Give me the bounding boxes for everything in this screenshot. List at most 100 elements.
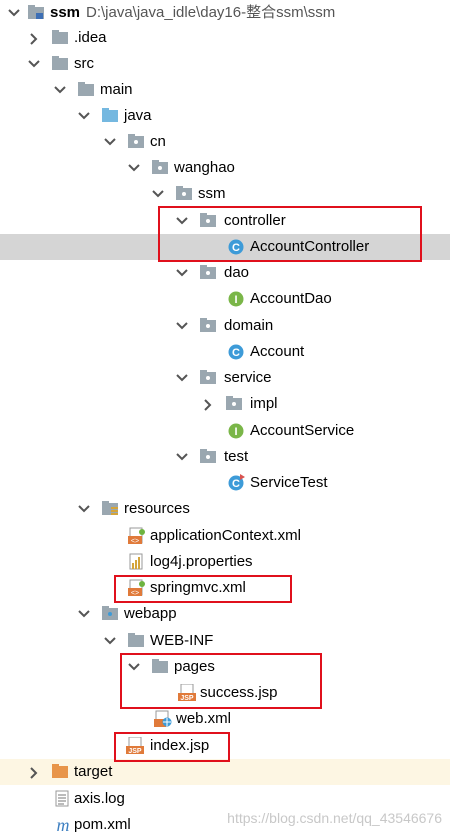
svg-text:<>: <>	[131, 538, 139, 545]
tree-label: src	[74, 55, 94, 72]
tree-label: webapp	[124, 605, 177, 622]
web-folder-icon	[102, 601, 120, 627]
tree-label: domain	[224, 317, 274, 334]
chevron-down-icon[interactable]	[152, 181, 164, 207]
folder-icon	[52, 25, 70, 51]
excluded-folder-icon	[52, 759, 70, 785]
tree-row-idea[interactable]: .idea	[0, 25, 450, 51]
project-path: D:\java\java_idle\day16-整合ssm\ssm	[86, 4, 336, 21]
tree-row-resources[interactable]: resources	[0, 496, 450, 522]
tree-row-domain[interactable]: domain	[0, 313, 450, 339]
tree-row-account[interactable]: C Account	[0, 339, 450, 365]
tree-label: target	[74, 763, 113, 780]
tree-label: dao	[224, 264, 250, 281]
web-xml-icon	[154, 706, 172, 732]
tree-row-cn[interactable]: cn	[0, 129, 450, 155]
tree-row-application-context[interactable]: <> applicationContext.xml	[0, 523, 450, 549]
chevron-down-icon[interactable]	[78, 496, 90, 522]
chevron-down-icon[interactable]	[78, 601, 90, 627]
project-name: ssm	[50, 4, 81, 21]
highlight-index-box	[114, 732, 230, 762]
properties-file-icon	[128, 549, 146, 575]
tree-label: impl	[250, 395, 278, 412]
tree-row-account-service[interactable]: I AccountService	[0, 418, 450, 444]
tree-label: web.xml	[176, 710, 232, 727]
tree-label: resources	[124, 500, 190, 517]
tree-label: test	[224, 448, 249, 465]
chevron-down-icon[interactable]	[28, 51, 40, 77]
chevron-right-icon[interactable]	[202, 391, 214, 417]
tree-row-dao[interactable]: dao	[0, 260, 450, 286]
highlight-pages-box	[120, 653, 322, 709]
package-icon	[200, 313, 218, 339]
tree-row-ssm[interactable]: ssm D:\java\java_idle\day16-整合ssm\ssm	[0, 0, 450, 26]
tree-label: WEB-INF	[150, 632, 214, 649]
chevron-down-icon[interactable]	[78, 103, 90, 129]
chevron-right-icon[interactable]	[28, 759, 40, 785]
tree-label: AccountService	[250, 422, 355, 439]
chevron-down-icon[interactable]	[54, 77, 66, 103]
tree-row-test[interactable]: test	[0, 444, 450, 470]
chevron-right-icon[interactable]	[28, 25, 40, 51]
folder-icon	[78, 77, 96, 103]
folder-icon	[128, 628, 146, 654]
tree-row-log4j[interactable]: log4j.properties	[0, 549, 450, 575]
package-icon	[226, 391, 244, 417]
tree-label: java	[124, 107, 152, 124]
chevron-down-icon[interactable]	[128, 155, 140, 181]
package-icon	[200, 365, 218, 391]
tree-label: axis.log	[74, 790, 125, 807]
tree-row-src[interactable]: src	[0, 51, 450, 77]
chevron-down-icon[interactable]	[176, 260, 188, 286]
tree-label: Account	[250, 343, 305, 360]
source-folder-icon	[102, 103, 120, 129]
tree-row-web-xml[interactable]: web.xml	[0, 706, 450, 732]
tree-label: main	[100, 81, 133, 98]
interface-icon: I	[228, 286, 246, 312]
tree-row-web-inf[interactable]: WEB-INF	[0, 628, 450, 654]
svg-text:C: C	[232, 347, 240, 359]
tree-label: AccountDao	[250, 290, 332, 307]
tree-label: .idea	[74, 29, 107, 46]
tree-row-service-test[interactable]: C ServiceTest	[0, 470, 450, 496]
tree-label: wanghao	[174, 159, 235, 176]
tree-row-account-dao[interactable]: I AccountDao	[0, 286, 450, 312]
chevron-down-icon[interactable]	[176, 444, 188, 470]
tree-row-axis-log[interactable]: axis.log	[0, 786, 450, 812]
tree-label: ssm	[198, 185, 226, 202]
tree-label: applicationContext.xml	[150, 527, 301, 544]
log-file-icon	[54, 786, 72, 812]
tree-row-impl[interactable]: impl	[0, 391, 450, 417]
interface-icon: I	[228, 418, 246, 444]
class-icon: C	[228, 339, 246, 365]
chevron-down-icon[interactable]	[104, 129, 116, 155]
folder-icon	[52, 51, 70, 77]
spring-xml-icon: <>	[128, 523, 146, 549]
svg-text:C: C	[232, 478, 240, 490]
svg-text:m: m	[57, 816, 70, 834]
chevron-down-icon[interactable]	[104, 628, 116, 654]
tree-row-ssm-package[interactable]: ssm	[0, 181, 450, 207]
tree-row-main[interactable]: main	[0, 77, 450, 103]
tree-label: service	[224, 369, 272, 386]
package-icon	[176, 181, 194, 207]
watermark: https://blog.csdn.net/qq_43546676	[227, 810, 442, 826]
package-icon	[200, 260, 218, 286]
tree-row-wanghao[interactable]: wanghao	[0, 155, 450, 181]
chevron-down-icon[interactable]	[176, 313, 188, 339]
tree-label: cn	[150, 133, 166, 150]
tree-row-service[interactable]: service	[0, 365, 450, 391]
test-class-icon: C	[228, 470, 246, 496]
maven-icon: m	[54, 812, 72, 838]
highlight-springmvc-box	[114, 575, 292, 603]
tree-label: ServiceTest	[250, 474, 328, 491]
chevron-down-icon[interactable]	[176, 365, 188, 391]
tree-row-webapp[interactable]: webapp	[0, 601, 450, 627]
package-icon	[152, 155, 170, 181]
chevron-down-icon[interactable]	[8, 0, 20, 26]
module-folder-icon	[28, 0, 46, 26]
package-icon	[128, 129, 146, 155]
tree-label: pom.xml	[74, 816, 131, 833]
tree-row-java[interactable]: java	[0, 103, 450, 129]
tree-row-target[interactable]: target	[0, 759, 450, 785]
